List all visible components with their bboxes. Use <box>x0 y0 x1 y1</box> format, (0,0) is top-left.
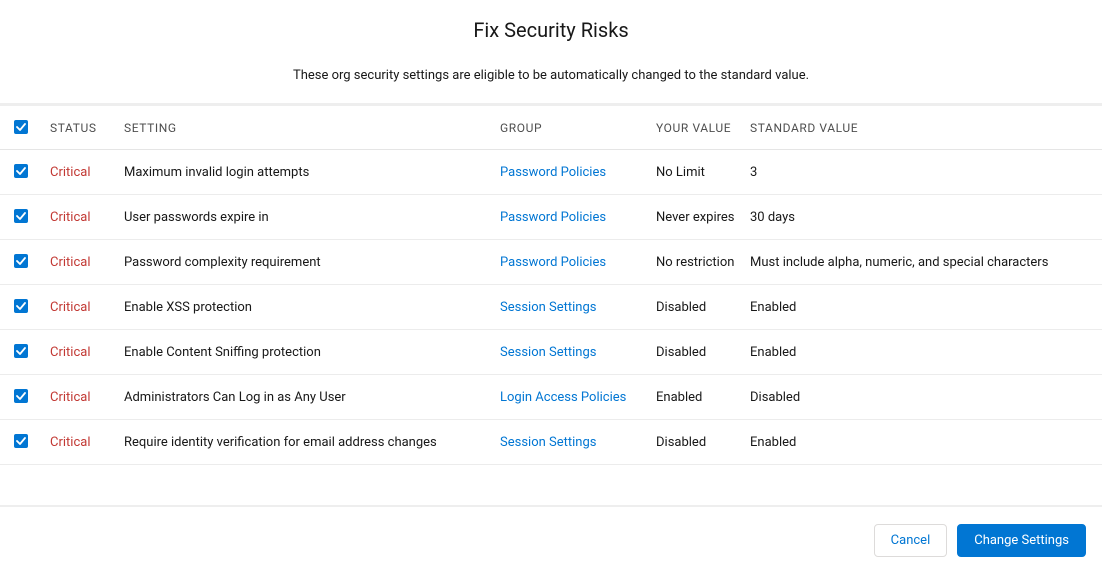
row-checkbox[interactable] <box>14 209 28 223</box>
check-icon <box>16 211 26 221</box>
table-row: Critical Enable XSS protectionSession Set… <box>0 285 1102 330</box>
setting-name: Enable Content Sniffing protection <box>124 330 500 375</box>
check-icon <box>16 391 26 401</box>
table-row: Critical Require identity verification fo… <box>0 420 1102 465</box>
table-row: Critical Administrators Can Log in as Any… <box>0 375 1102 420</box>
standard-value: 3 <box>750 150 1102 195</box>
status-badge: Critical <box>50 390 90 405</box>
check-icon <box>16 166 26 176</box>
group-link[interactable]: Password Policies <box>500 210 606 225</box>
setting-name: Administrators Can Log in as Any User <box>124 375 500 420</box>
standard-value: Must include alpha, numeric, and special… <box>750 240 1102 285</box>
row-checkbox[interactable] <box>14 164 28 178</box>
your-value: Enabled <box>656 375 750 420</box>
group-link[interactable]: Session Settings <box>500 345 596 360</box>
page-title: Fix Security Risks <box>0 18 1102 42</box>
row-checkbox[interactable] <box>14 299 28 313</box>
cancel-button[interactable]: Cancel <box>874 524 948 557</box>
your-value: Disabled <box>656 420 750 465</box>
select-all-checkbox[interactable] <box>14 120 28 134</box>
your-value: Disabled <box>656 285 750 330</box>
standard-value: Enabled <box>750 285 1102 330</box>
status-badge: Critical <box>50 300 90 315</box>
your-value: No Limit <box>656 150 750 195</box>
divider <box>0 505 1102 507</box>
security-risks-table: STATUS SETTING GROUP YOUR VALUE STANDARD… <box>0 106 1102 465</box>
row-checkbox[interactable] <box>14 254 28 268</box>
standard-value: Enabled <box>750 330 1102 375</box>
table-row: Critical Enable Content Sniffing protecti… <box>0 330 1102 375</box>
page-subtitle: These org security settings are eligible… <box>0 68 1102 83</box>
group-link[interactable]: Session Settings <box>500 435 596 450</box>
setting-name: Password complexity requirement <box>124 240 500 285</box>
group-link[interactable]: Password Policies <box>500 165 606 180</box>
status-badge: Critical <box>50 255 90 270</box>
setting-name: Require identity verification for email … <box>124 420 500 465</box>
check-icon <box>16 256 26 266</box>
footer-actions: Cancel Change Settings <box>874 524 1086 557</box>
status-badge: Critical <box>50 345 90 360</box>
row-checkbox[interactable] <box>14 434 28 448</box>
change-settings-button[interactable]: Change Settings <box>957 524 1086 557</box>
table-row: Critical Password complexity requirementP… <box>0 240 1102 285</box>
check-icon <box>16 436 26 446</box>
check-icon <box>16 122 26 132</box>
check-icon <box>16 346 26 356</box>
setting-name: Maximum invalid login attempts <box>124 150 500 195</box>
group-link[interactable]: Session Settings <box>500 300 596 315</box>
row-checkbox[interactable] <box>14 389 28 403</box>
table-header-row: STATUS SETTING GROUP YOUR VALUE STANDARD… <box>0 106 1102 150</box>
group-link[interactable]: Password Policies <box>500 255 606 270</box>
standard-value: Disabled <box>750 375 1102 420</box>
header-group: GROUP <box>500 106 656 150</box>
check-icon <box>16 301 26 311</box>
header-setting: SETTING <box>124 106 500 150</box>
standard-value: 30 days <box>750 195 1102 240</box>
header-your-value: YOUR VALUE <box>656 106 750 150</box>
table-row: Critical User passwords expire inPassword… <box>0 195 1102 240</box>
setting-name: User passwords expire in <box>124 195 500 240</box>
group-link[interactable]: Login Access Policies <box>500 390 626 405</box>
header-standard-value: STANDARD VALUE <box>750 106 1102 150</box>
row-checkbox[interactable] <box>14 344 28 358</box>
setting-name: Enable XSS protection <box>124 285 500 330</box>
your-value: No restriction <box>656 240 750 285</box>
standard-value: Enabled <box>750 420 1102 465</box>
status-badge: Critical <box>50 435 90 450</box>
status-badge: Critical <box>50 210 90 225</box>
table-row: Critical Maximum invalid login attemptsPa… <box>0 150 1102 195</box>
status-badge: Critical <box>50 165 90 180</box>
your-value: Never expires <box>656 195 750 240</box>
header-status: STATUS <box>50 106 124 150</box>
your-value: Disabled <box>656 330 750 375</box>
